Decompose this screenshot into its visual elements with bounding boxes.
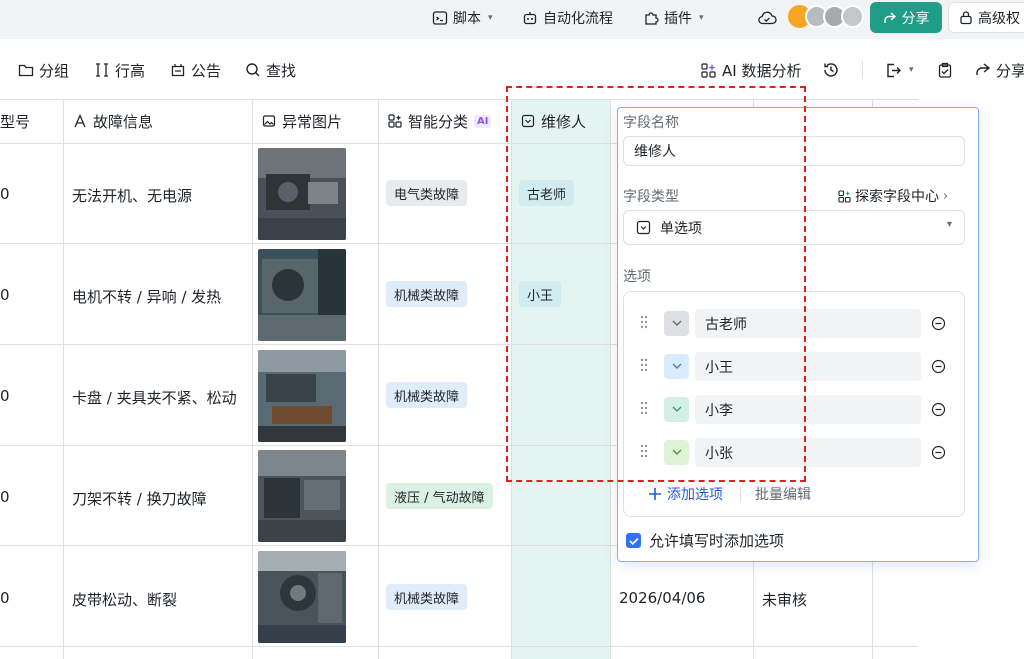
cloud-check-icon (758, 11, 777, 24)
clipboard-check-icon (938, 62, 952, 78)
toolbar-divider (862, 61, 863, 79)
chevron-down-icon: ▾ (909, 65, 914, 75)
column-header-abnormal-image[interactable]: 异常图片 (262, 99, 342, 143)
clipboard-button[interactable] (937, 59, 953, 81)
bulk-edit-button[interactable]: 批量编辑 (755, 484, 811, 504)
history-icon (824, 63, 838, 77)
row-height-icon (96, 63, 108, 77)
cloud-sync-button[interactable] (757, 0, 777, 35)
column-header-fault-info[interactable]: 故障信息 (73, 99, 153, 143)
row-height-button[interactable]: 行高 (94, 59, 145, 81)
date-cell[interactable]: 2026/04/06 (619, 589, 705, 607)
export-menu[interactable]: ▾ (885, 59, 914, 81)
ai-sparkle-icon (701, 62, 716, 78)
model-cell[interactable]: 0 (0, 589, 10, 607)
category-tag: 电气类故障 (386, 180, 468, 206)
fault-cell[interactable]: 皮带松动、断裂 (72, 589, 177, 610)
add-option-button[interactable]: 添加选项 (648, 484, 723, 504)
ai-badge: AI (474, 114, 492, 128)
checkbox-checked-icon[interactable] (626, 533, 641, 548)
abnormal-image-thumbnail[interactable] (258, 249, 346, 341)
toolbar-share-label: 分享 (996, 61, 1024, 80)
image-icon (262, 115, 276, 127)
avatar[interactable] (841, 5, 864, 28)
category-tag: 机械类故障 (386, 584, 468, 610)
export-icon (887, 63, 901, 77)
allow-add-option-toggle[interactable]: 允许填写时添加选项 (626, 530, 784, 551)
ai-analysis-label: AI 数据分析 (722, 61, 802, 80)
column-header-smart-category[interactable]: 智能分类 AI (388, 99, 492, 143)
category-tag: 液压 / 气动故障 (386, 483, 493, 509)
fault-cell[interactable]: 电机不转 / 异响 / 发热 (72, 286, 221, 307)
model-cell[interactable]: 0 (0, 387, 10, 405)
abnormal-image-thumbnail[interactable] (258, 450, 346, 542)
model-cell[interactable]: 0 (0, 488, 10, 506)
folder-icon (18, 64, 34, 77)
status-cell[interactable]: 未审核 (762, 589, 807, 610)
text-field-icon (74, 114, 86, 128)
notice-icon (171, 64, 185, 77)
fault-cell[interactable]: 无法开机、无电源 (72, 185, 192, 206)
plugin-menu[interactable]: 插件 ▾ (643, 0, 704, 35)
automation-button[interactable]: 自动化流程 (522, 0, 613, 35)
explore-field-center-link[interactable]: 探索字段中心 › (838, 186, 948, 206)
script-icon (432, 10, 448, 25)
notice-button[interactable]: 公告 (170, 59, 221, 81)
group-button[interactable]: 分组 (18, 59, 69, 81)
history-button[interactable] (822, 59, 840, 81)
search-label: 查找 (266, 61, 297, 80)
field-center-icon (838, 189, 851, 203)
fault-cell[interactable]: 刀架不转 / 换刀故障 (72, 488, 207, 509)
model-cell[interactable]: 0 (0, 185, 10, 203)
advanced-permission-button[interactable]: 高级权 (948, 2, 1024, 33)
remove-option-icon[interactable] (931, 402, 946, 417)
collaborator-avatars[interactable] (788, 5, 864, 29)
abnormal-image-thumbnail[interactable] (258, 350, 346, 442)
share-label: 分享 (901, 10, 930, 27)
category-tag: 机械类故障 (386, 382, 468, 408)
permission-label: 高级权 (978, 10, 1020, 27)
remove-option-icon[interactable] (931, 359, 946, 374)
category-tag: 机械类故障 (386, 281, 468, 307)
row-height-label: 行高 (115, 61, 146, 80)
highlight-annotation-frame (506, 86, 806, 482)
top-bar: 脚本 ▾ 自动化流程 插件 ▾ 分享 高级权 (0, 0, 1024, 39)
script-menu[interactable]: 脚本 ▾ (432, 0, 493, 35)
search-icon (246, 63, 260, 77)
abnormal-image-thumbnail[interactable] (258, 551, 346, 643)
lock-icon (960, 11, 972, 25)
robot-icon (523, 11, 537, 24)
chevron-down-icon: ▾ (699, 12, 704, 23)
group-label: 分组 (39, 61, 70, 80)
share-button[interactable]: 分享 (870, 2, 942, 33)
ai-analysis-button[interactable]: AI 数据分析 (700, 59, 801, 81)
search-button[interactable]: 查找 (245, 59, 296, 81)
plus-icon (649, 488, 661, 500)
toolbar-share-button[interactable]: 分享 (975, 59, 1024, 81)
abnormal-image-thumbnail[interactable] (258, 148, 346, 240)
chevron-down-icon: ▾ (488, 12, 493, 23)
remove-option-icon[interactable] (931, 316, 946, 331)
chevron-down-icon: ▾ (946, 219, 952, 230)
column-header-model[interactable]: 型号 (0, 99, 30, 143)
share-icon (883, 11, 896, 23)
script-label: 脚本 (453, 10, 481, 27)
notice-label: 公告 (191, 61, 222, 80)
share-icon (976, 63, 991, 75)
ai-category-icon (388, 114, 402, 128)
model-cell[interactable]: 0 (0, 286, 10, 304)
plugin-label: 插件 (664, 10, 692, 27)
puzzle-icon (645, 11, 659, 25)
chevron-right-icon: › (943, 188, 949, 204)
fault-cell[interactable]: 卡盘 / 夹具夹不紧、松动 (72, 387, 237, 408)
divider (740, 486, 741, 502)
automation-label: 自动化流程 (543, 10, 613, 27)
remove-option-icon[interactable] (931, 445, 946, 460)
